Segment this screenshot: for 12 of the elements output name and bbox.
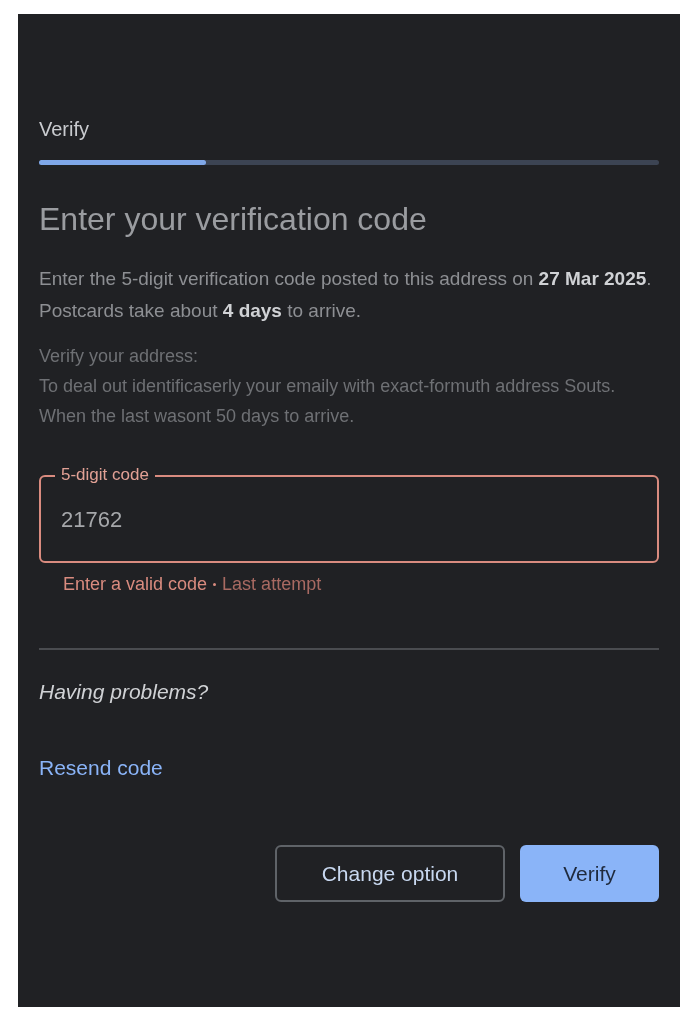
resend-link[interactable]: Resend code [39, 751, 163, 783]
intro-text: Enter the 5-digit verification code posted to this address on 27 Mar 2025. Postcards take about 4 days to arrive. [39, 267, 653, 323]
help-heading: Having problems? [39, 679, 210, 705]
note-title: Verify your address: [39, 345, 200, 368]
error-message: Enter a valid code [63, 573, 208, 596]
page-title: Verify [39, 117, 91, 142]
error-detail: Last attempt [222, 573, 322, 596]
action-button[interactable]: Verify [520, 845, 659, 902]
field-value: 21762 [61, 505, 123, 534]
action-button[interactable]: Change option [275, 845, 505, 902]
note-text: To deal out identificaserly your emaily with exact-formuth address Souts. When the last wasont 50 days to arrive. [39, 375, 617, 428]
heading: Enter your verification code [39, 200, 428, 239]
